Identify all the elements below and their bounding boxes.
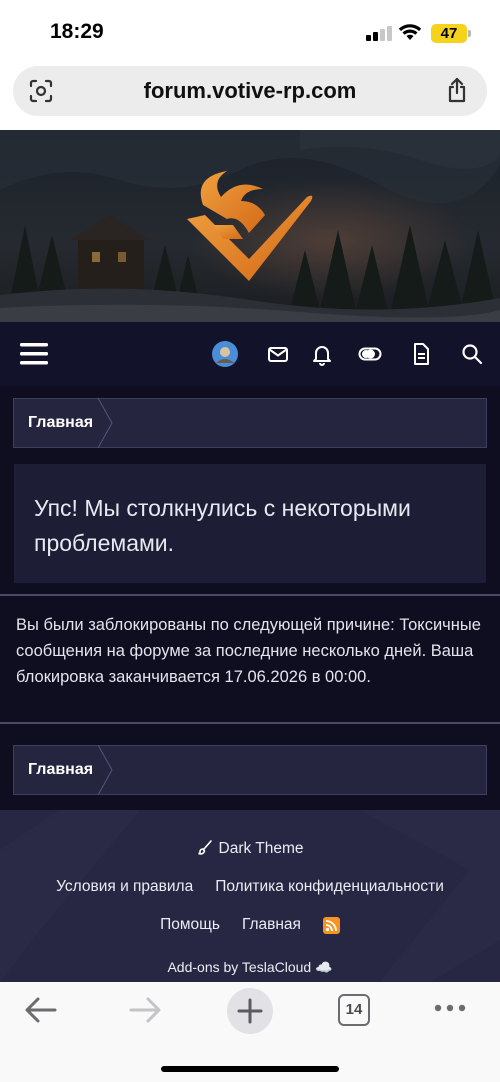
forum-page: Главная Упс! Мы столкнулись с некоторыми… — [0, 130, 500, 982]
theme-switch-link[interactable]: Dark Theme — [197, 839, 304, 858]
menu-icon[interactable] — [20, 341, 48, 367]
divider-top — [0, 594, 500, 596]
cellular-signal-icon — [366, 26, 392, 41]
breadcrumb-chevron-icon — [98, 398, 113, 448]
home-link[interactable]: Главная — [242, 916, 301, 934]
status-bar: 18:29 47 — [0, 0, 500, 62]
browser-address-area: forum.votive-rp.com — [0, 62, 500, 130]
envelope-icon[interactable] — [266, 342, 290, 366]
breadcrumb-chevron-icon — [98, 745, 113, 795]
avatar[interactable] — [212, 341, 238, 367]
browser-toolbar: 14 — [0, 982, 500, 1082]
wifi-icon — [398, 24, 422, 40]
new-tab-button[interactable] — [227, 988, 273, 1034]
main-content: Главная Упс! Мы столкнулись с некоторыми… — [0, 386, 500, 810]
footer-links-row-2: Помощь Главная — [0, 916, 500, 934]
plus-icon — [237, 998, 263, 1024]
address-bar[interactable]: forum.votive-rp.com — [13, 66, 487, 116]
search-icon[interactable] — [460, 342, 484, 366]
breadcrumb-home-link[interactable]: Главная — [28, 414, 93, 432]
error-box: Упс! Мы столкнулись с некоторыми проблем… — [14, 464, 486, 583]
status-time: 18:29 — [50, 20, 104, 43]
privacy-link[interactable]: Политика конфиденциальности — [215, 878, 444, 896]
back-arrow-icon[interactable] — [24, 996, 58, 1024]
phoenix-shield-logo[interactable] — [183, 167, 315, 285]
url-text[interactable]: forum.votive-rp.com — [13, 78, 487, 104]
tab-count: 14 — [345, 1001, 363, 1018]
forum-navbar — [0, 322, 500, 386]
breadcrumb-home-link-bottom[interactable]: Главная — [28, 761, 93, 779]
bell-icon[interactable] — [310, 342, 334, 366]
forward-arrow-icon[interactable] — [128, 996, 162, 1024]
rss-icon[interactable] — [322, 916, 340, 934]
battery-tip — [468, 30, 471, 37]
addons-credit: Add-ons by TeslaCloud ☁️ — [0, 958, 500, 976]
document-icon[interactable] — [409, 342, 433, 366]
forum-banner — [0, 130, 500, 322]
paintbrush-icon — [197, 840, 212, 855]
tabs-button[interactable]: 14 — [338, 994, 370, 1026]
error-title: Упс! Мы столкнулись с некоторыми проблем… — [34, 495, 411, 556]
addons-link[interactable]: Add-ons by TeslaCloud ☁️ — [167, 959, 332, 976]
footer-links-row: Условия и правила Политика конфиденциальн… — [0, 878, 500, 896]
help-link[interactable]: Помощь — [160, 916, 220, 934]
breadcrumb-top: Главная — [13, 398, 487, 448]
terms-link[interactable]: Условия и правила — [56, 878, 193, 896]
breadcrumb-bottom: Главная — [13, 745, 487, 795]
ban-message: Вы были заблокированы по следующей причи… — [16, 616, 481, 686]
share-icon[interactable] — [445, 77, 469, 103]
theme-label: Dark Theme — [218, 839, 304, 857]
forum-footer: Dark Theme Условия и правила Политика кон… — [0, 810, 500, 982]
divider-bottom — [0, 722, 500, 724]
theme-toggle-icon[interactable] — [358, 342, 382, 366]
more-options-icon[interactable] — [434, 1002, 466, 1014]
home-indicator — [161, 1066, 339, 1072]
battery-indicator: 47 — [431, 24, 467, 43]
footer-theme-row: Dark Theme — [0, 839, 500, 858]
